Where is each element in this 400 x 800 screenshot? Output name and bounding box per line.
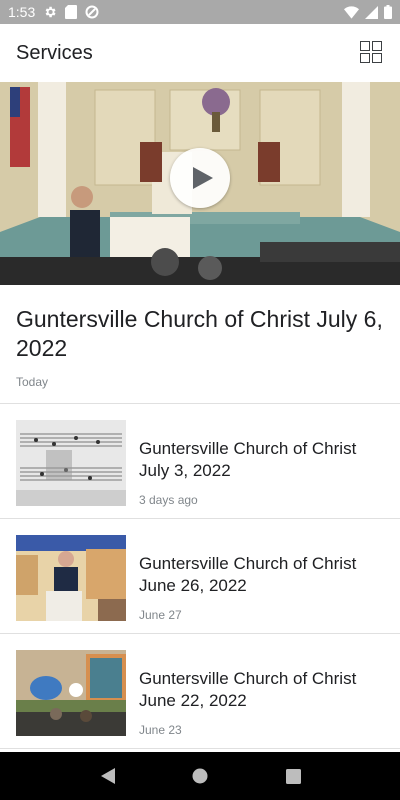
sd-card-icon (65, 5, 78, 19)
featured-date: Today (16, 375, 49, 389)
item-title: Guntersville Church of Christ July 3, 20… (139, 439, 357, 480)
back-icon[interactable] (87, 756, 127, 796)
app-bar: Services (0, 24, 400, 82)
item-date: June 27 (139, 608, 182, 622)
item-date: 3 days ago (139, 493, 198, 507)
list-item[interactable]: Guntersville Church of Christ June 22, 2… (0, 634, 400, 749)
featured-video-player[interactable] (0, 82, 400, 285)
system-nav-bar (0, 752, 400, 800)
video-thumbnail (16, 535, 126, 621)
video-thumbnail (16, 420, 126, 506)
page-title: Services (16, 41, 93, 64)
video-thumbnail (16, 650, 126, 736)
play-icon[interactable] (170, 148, 230, 208)
item-date: June 23 (139, 723, 182, 737)
battery-icon (384, 5, 392, 19)
list-item[interactable]: Guntersville Church of Christ June 26, 2… (0, 519, 400, 634)
featured-info[interactable]: Guntersville Church of Christ July 6, 20… (0, 285, 400, 404)
wifi-icon (344, 5, 359, 19)
services-list[interactable]: Guntersville Church of Christ July 6, 20… (0, 82, 400, 752)
signal-icon (365, 5, 378, 19)
grid-view-icon[interactable] (360, 41, 384, 65)
list-item[interactable]: Guntersville Church of Christ July 3, 20… (0, 404, 400, 519)
data-saver-icon (85, 5, 99, 19)
recents-icon[interactable] (273, 756, 313, 796)
home-icon[interactable] (180, 756, 220, 796)
item-title: Guntersville Church of Christ June 22, 2… (139, 669, 357, 710)
featured-title: Guntersville Church of Christ July 6, 20… (16, 306, 383, 361)
status-bar: 1:53 (0, 0, 400, 24)
status-time: 1:53 (8, 4, 36, 20)
item-title: Guntersville Church of Christ June 26, 2… (139, 554, 357, 595)
gear-icon (43, 5, 57, 19)
